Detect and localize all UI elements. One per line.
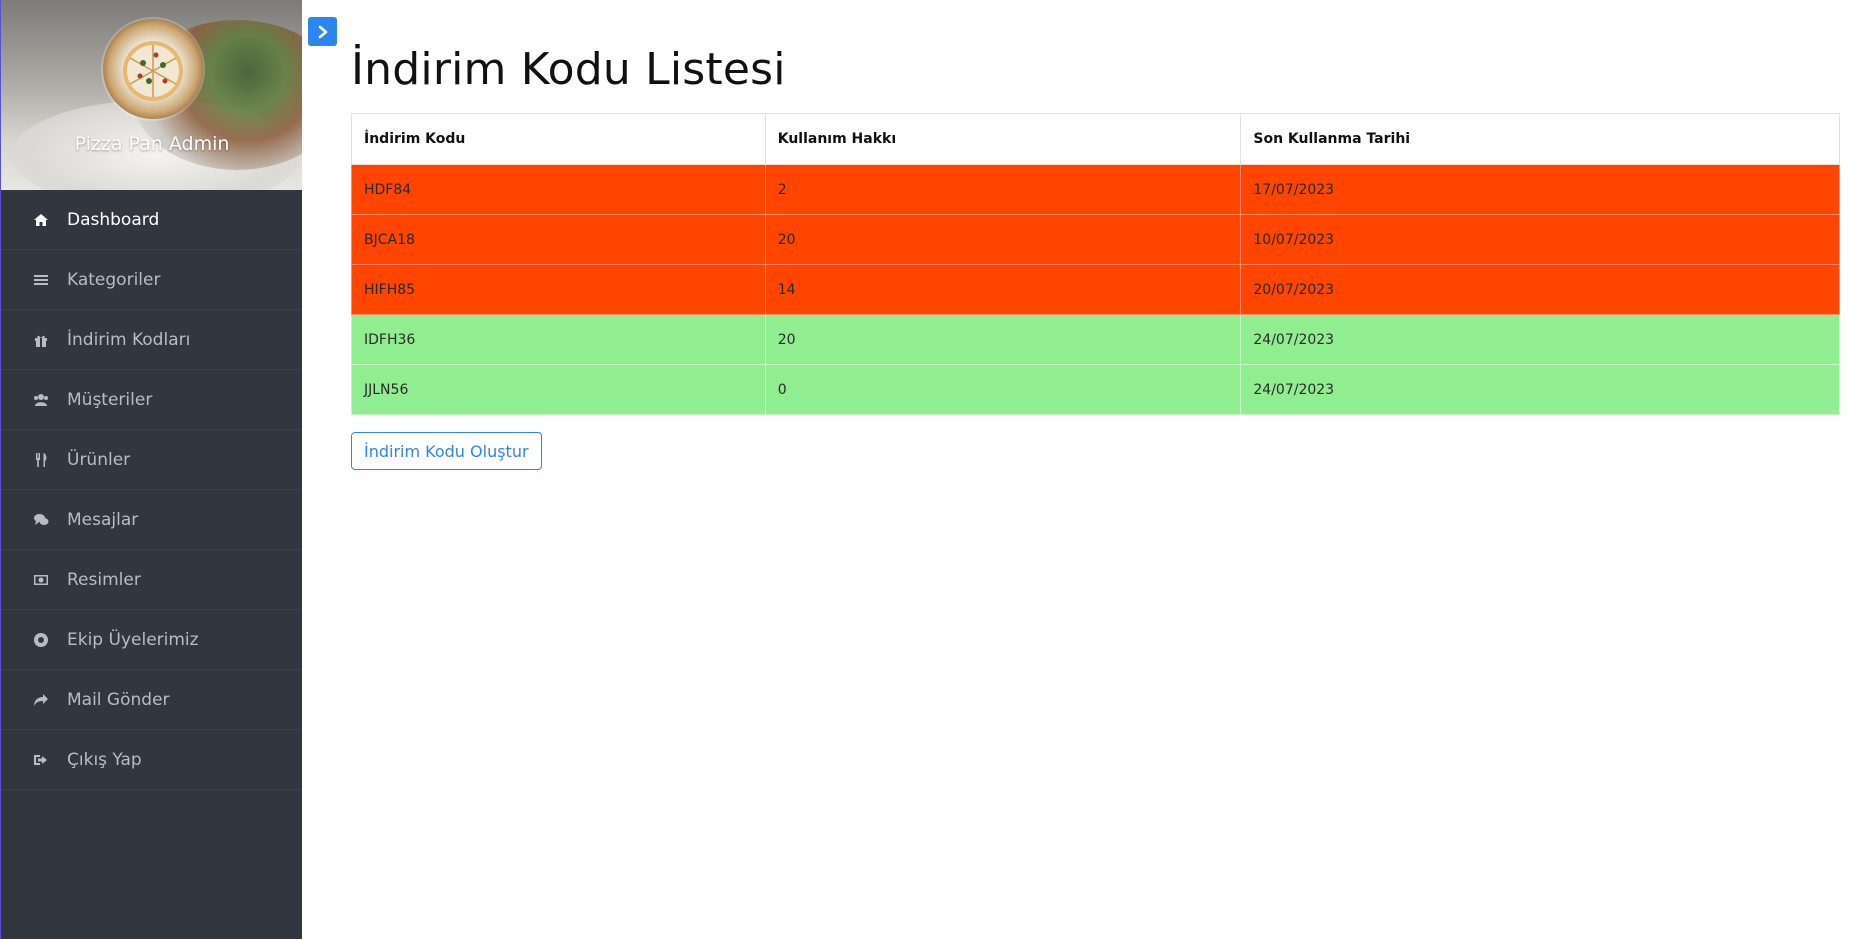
sidebar-item-cikis-yap[interactable]: Çıkış Yap (1, 730, 302, 790)
life-ring-icon (32, 631, 50, 649)
sidebar-nav: Dashboard Kategoriler İndirim Kodları Mü… (1, 190, 302, 790)
sidebar-item-mesajlar[interactable]: Mesajlar (1, 490, 302, 550)
cell-uses: 20 (764, 314, 1242, 365)
page-title: İndirim Kodu Listesi (351, 44, 786, 95)
table-row: JJLN56 0 24/07/2023 (351, 364, 1840, 415)
sidebar-item-indirim-kodlari[interactable]: İndirim Kodları (1, 310, 302, 370)
sidebar-item-label: Ürünler (67, 449, 131, 470)
sign-out-icon (32, 751, 50, 769)
cell-uses: 0 (764, 364, 1242, 415)
sidebar-item-label: Mail Gönder (67, 689, 170, 710)
table-row: HIFH85 14 20/07/2023 (351, 264, 1840, 315)
cell-uses: 14 (764, 264, 1242, 315)
app-root: Pizza Pan Admin Dashboard Kategoriler İn… (0, 0, 1874, 939)
comments-icon (32, 511, 50, 529)
sidebar-item-kategoriler[interactable]: Kategoriler (1, 250, 302, 310)
sidebar-item-label: Ekip Üyelerimiz (67, 629, 199, 650)
share-icon (32, 691, 50, 709)
sidebar-item-ekip-uyelerimiz[interactable]: Ekip Üyelerimiz (1, 610, 302, 670)
cell-expiry: 17/07/2023 (1240, 164, 1840, 215)
cell-expiry: 24/07/2023 (1240, 314, 1840, 365)
cell-code: IDFH36 (351, 314, 766, 365)
sidebar-item-label: Resimler (67, 569, 141, 590)
sidebar: Pizza Pan Admin Dashboard Kategoriler İn… (0, 0, 302, 939)
sidebar-item-label: Çıkış Yap (67, 749, 142, 770)
sidebar-item-label: Dashboard (67, 209, 160, 230)
chevron-right-icon (318, 25, 327, 38)
sidebar-item-label: Kategoriler (67, 269, 161, 290)
cell-code: HDF84 (351, 164, 766, 215)
table-header-row: İndirim Kodu Kullanım Hakkı Son Kullanma… (351, 113, 1840, 165)
users-icon (32, 391, 50, 409)
table-row: HDF84 2 17/07/2023 (351, 164, 1840, 215)
home-icon (32, 211, 50, 229)
table-row: IDFH36 20 24/07/2023 (351, 314, 1840, 365)
image-icon (32, 571, 50, 589)
column-header-uses: Kullanım Hakkı (764, 113, 1242, 165)
pizza-image (123, 41, 183, 101)
column-header-code: İndirim Kodu (351, 113, 766, 165)
brand-title: Pizza Pan Admin (74, 133, 230, 155)
sidebar-header: Pizza Pan Admin (1, 0, 302, 190)
discount-codes-table: İndirim Kodu Kullanım Hakkı Son Kullanma… (351, 113, 1840, 415)
cell-code: HIFH85 (351, 264, 766, 315)
sidebar-item-musteriler[interactable]: Müşteriler (1, 370, 302, 430)
cell-code: BJCA18 (351, 214, 766, 265)
avatar (103, 19, 203, 119)
sidebar-item-label: Mesajlar (67, 509, 139, 530)
sidebar-item-label: Müşteriler (67, 389, 153, 410)
cell-uses: 20 (764, 214, 1242, 265)
gift-icon (32, 331, 50, 349)
sidebar-item-resimler[interactable]: Resimler (1, 550, 302, 610)
cell-expiry: 10/07/2023 (1240, 214, 1840, 265)
cutlery-icon (32, 451, 50, 469)
sidebar-item-urunler[interactable]: Ürünler (1, 430, 302, 490)
column-header-expiry: Son Kullanma Tarihi (1240, 113, 1840, 165)
cell-code: JJLN56 (351, 364, 766, 415)
sidebar-toggle-button[interactable] (308, 17, 337, 46)
list-icon (32, 271, 50, 289)
create-discount-code-button[interactable]: İndirim Kodu Oluştur (351, 432, 542, 470)
sidebar-item-mail-gonder[interactable]: Mail Gönder (1, 670, 302, 730)
cell-expiry: 20/07/2023 (1240, 264, 1840, 315)
table-row: BJCA18 20 10/07/2023 (351, 214, 1840, 265)
sidebar-item-dashboard[interactable]: Dashboard (1, 190, 302, 250)
cell-expiry: 24/07/2023 (1240, 364, 1840, 415)
sidebar-item-label: İndirim Kodları (67, 329, 191, 350)
cell-uses: 2 (764, 164, 1242, 215)
